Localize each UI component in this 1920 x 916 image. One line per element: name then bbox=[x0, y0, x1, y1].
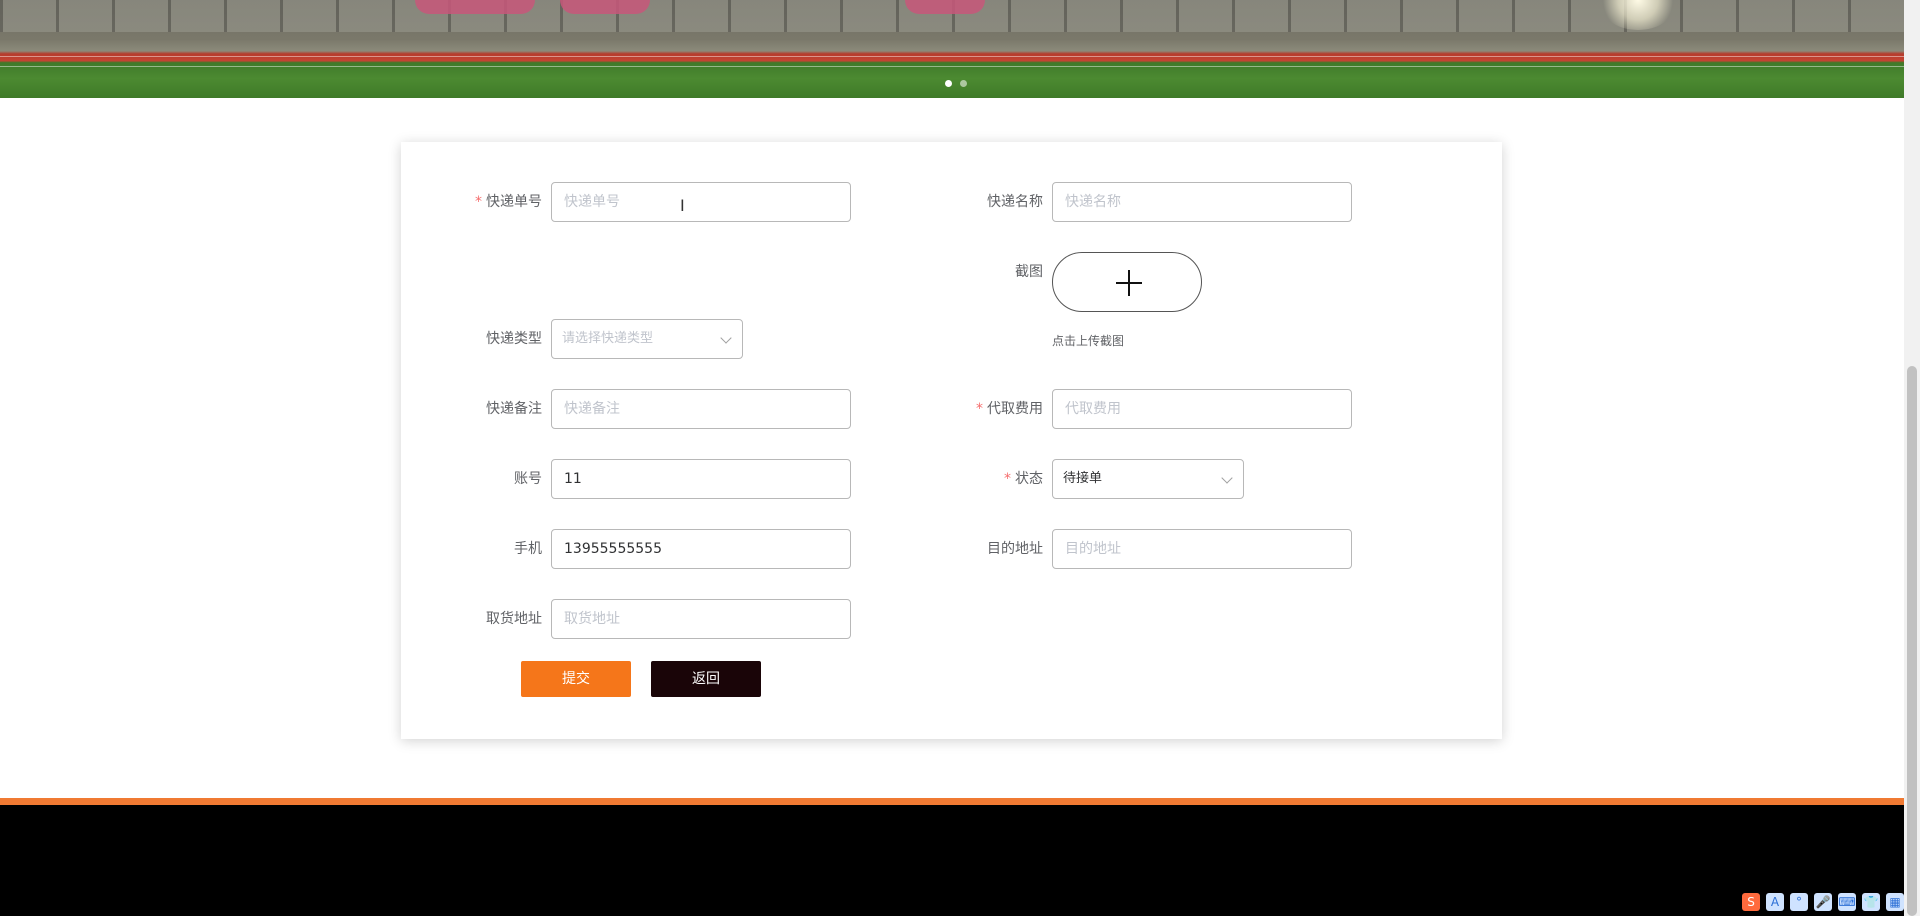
express-name-label: 快递名称 bbox=[987, 194, 1043, 210]
express-name-input[interactable] bbox=[1052, 182, 1352, 222]
scrollbar-thumb[interactable] bbox=[1907, 366, 1917, 916]
banner-lane bbox=[0, 56, 1904, 57]
submit-button[interactable]: 提交 bbox=[521, 661, 631, 697]
hero-banner bbox=[0, 0, 1904, 98]
page-scrollbar[interactable] bbox=[1904, 0, 1920, 916]
carousel-indicators bbox=[945, 80, 967, 87]
plus-icon bbox=[1128, 270, 1130, 296]
banner-flowers bbox=[415, 0, 535, 14]
font-icon[interactable]: A bbox=[1766, 893, 1784, 911]
phone-label: 手机 bbox=[514, 541, 542, 557]
banner-flowers bbox=[560, 0, 650, 14]
banner-flowers bbox=[905, 0, 985, 14]
shirt-icon[interactable]: 👕 bbox=[1862, 893, 1880, 911]
destination-label: 目的地址 bbox=[987, 541, 1043, 557]
tracking-number-label: * 快递单号 bbox=[475, 194, 542, 210]
status-value: 待接单 bbox=[1063, 471, 1103, 486]
footer-accent-line bbox=[0, 798, 1904, 805]
chevron-down-icon bbox=[1221, 472, 1233, 484]
express-type-select[interactable]: 请选择快递类型 bbox=[551, 319, 743, 359]
fee-input[interactable] bbox=[1052, 389, 1352, 429]
status-select[interactable]: 待接单 bbox=[1052, 459, 1244, 499]
phone-input[interactable] bbox=[551, 529, 851, 569]
status-label: * 状态 bbox=[1004, 471, 1043, 487]
pickup-address-input[interactable] bbox=[551, 599, 851, 639]
system-tray: S A ° 🎤 ⌨ 👕 ▦ bbox=[1742, 888, 1904, 916]
app-logo-icon[interactable]: S bbox=[1742, 893, 1760, 911]
account-input[interactable] bbox=[551, 459, 851, 499]
back-button[interactable]: 返回 bbox=[651, 661, 761, 697]
upload-hint: 点击上传截图 bbox=[1052, 334, 1125, 348]
keyboard-icon[interactable]: ⌨ bbox=[1838, 893, 1856, 911]
screenshot-upload-button[interactable] bbox=[1052, 252, 1202, 312]
microphone-icon[interactable]: 🎤 bbox=[1814, 893, 1832, 911]
footer bbox=[0, 805, 1904, 916]
express-type-label: 快递类型 bbox=[486, 331, 542, 347]
remark-input[interactable] bbox=[551, 389, 851, 429]
account-label: 账号 bbox=[514, 471, 542, 487]
fee-label: * 代取费用 bbox=[976, 401, 1043, 417]
page: *快递单号 I 快递名称 截图 点击上传截图 快递类型 请选择快递类型 快递备注… bbox=[0, 0, 1920, 916]
tracking-number-input[interactable] bbox=[551, 182, 851, 222]
carousel-dot[interactable] bbox=[960, 80, 967, 87]
express-type-placeholder: 请选择快递类型 bbox=[562, 331, 654, 346]
destination-input[interactable] bbox=[1052, 529, 1352, 569]
chevron-down-icon bbox=[720, 332, 732, 344]
grid-icon[interactable]: ▦ bbox=[1886, 893, 1904, 911]
punctuation-icon[interactable]: ° bbox=[1790, 893, 1808, 911]
text-cursor-icon: I bbox=[680, 196, 685, 215]
express-form-card: *快递单号 I 快递名称 截图 点击上传截图 快递类型 请选择快递类型 快递备注… bbox=[401, 142, 1502, 739]
banner-lane bbox=[0, 66, 1904, 67]
pickup-address-label: 取货地址 bbox=[486, 611, 542, 627]
carousel-dot[interactable] bbox=[945, 80, 952, 87]
screenshot-label: 截图 bbox=[1015, 264, 1043, 280]
remark-label: 快递备注 bbox=[486, 401, 542, 417]
